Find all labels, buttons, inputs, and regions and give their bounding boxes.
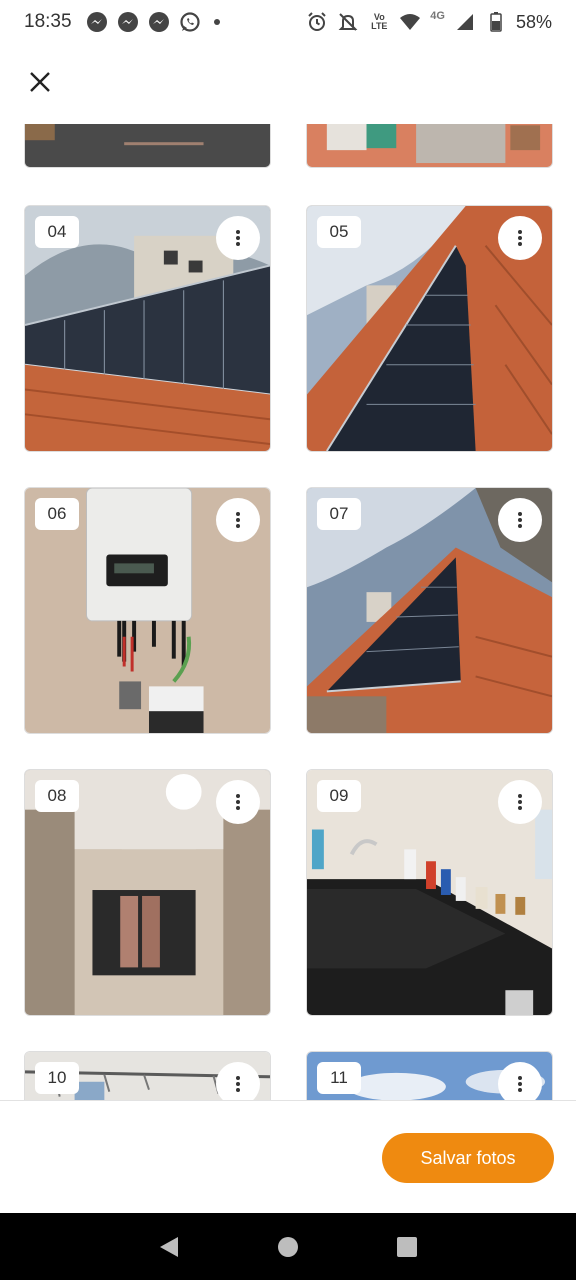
close-button[interactable] xyxy=(24,66,56,98)
close-icon xyxy=(30,72,50,92)
photo-number-badge: 07 xyxy=(317,498,361,530)
photo-number-badge: 05 xyxy=(317,216,361,248)
more-vert-icon xyxy=(236,1076,240,1092)
system-icons: Vo LTE 4G 58% xyxy=(306,10,552,33)
messenger-icon xyxy=(86,11,108,33)
photo-options-button[interactable] xyxy=(216,780,260,824)
network-type: 4G xyxy=(430,10,445,22)
photo-card[interactable] xyxy=(24,124,271,168)
messenger-icon xyxy=(117,11,139,33)
recents-square-icon xyxy=(396,1236,417,1257)
photo-card[interactable] xyxy=(306,124,553,168)
back-button[interactable] xyxy=(154,1232,184,1262)
battery-icon xyxy=(485,11,507,33)
more-vert-icon xyxy=(236,230,240,246)
photo-card[interactable]: 09 xyxy=(306,769,553,1016)
mute-icon xyxy=(337,11,359,33)
photo-options-button[interactable] xyxy=(216,1062,260,1100)
photo-number-badge: 06 xyxy=(35,498,79,530)
photo-card[interactable]: 05 xyxy=(306,205,553,452)
back-triangle-icon xyxy=(160,1236,179,1257)
photo-card[interactable]: 11 xyxy=(306,1051,553,1100)
notification-icons xyxy=(86,11,220,33)
photo-number-badge: 09 xyxy=(317,780,361,812)
footer: Salvar fotos xyxy=(0,1100,576,1213)
save-photos-button[interactable]: Salvar fotos xyxy=(382,1133,554,1183)
home-button[interactable] xyxy=(273,1232,303,1262)
photo-options-button[interactable] xyxy=(498,498,542,542)
photo-options-button[interactable] xyxy=(498,216,542,260)
recents-button[interactable] xyxy=(392,1232,422,1262)
photo-options-button[interactable] xyxy=(498,780,542,824)
more-vert-icon xyxy=(518,512,522,528)
more-vert-icon xyxy=(236,794,240,810)
photo-card[interactable]: 06 xyxy=(24,487,271,734)
volte-icon: Vo LTE xyxy=(371,12,388,31)
alarm-icon xyxy=(306,11,328,33)
photo-gallery[interactable]: 04 05 06 07 08 09 10 11 xyxy=(0,124,576,1100)
wifi-icon xyxy=(399,11,421,33)
photo-number-badge: 04 xyxy=(35,216,79,248)
system-navigation-bar xyxy=(0,1213,576,1280)
more-vert-icon xyxy=(518,794,522,810)
battery-percent: 58% xyxy=(515,11,552,32)
photo-options-button[interactable] xyxy=(216,498,260,542)
photo-street xyxy=(25,124,270,167)
status-bar: 18:35 Vo LTE 4G 58% xyxy=(0,0,576,44)
more-vert-icon xyxy=(236,512,240,528)
photo-card[interactable]: 04 xyxy=(24,205,271,452)
messenger-icon xyxy=(148,11,170,33)
more-vert-icon xyxy=(518,1076,522,1092)
signal-icon xyxy=(454,11,476,33)
photo-number-badge: 08 xyxy=(35,780,79,812)
photo-card[interactable]: 08 xyxy=(24,769,271,1016)
photo-options-button[interactable] xyxy=(216,216,260,260)
photo-rooftop-partial xyxy=(307,124,552,167)
status-time: 18:35 xyxy=(24,11,72,32)
photo-number-badge: 10 xyxy=(35,1062,79,1094)
photo-card[interactable]: 10 xyxy=(24,1051,271,1100)
photo-number-badge: 11 xyxy=(317,1062,361,1094)
home-circle-icon xyxy=(277,1236,298,1257)
photo-card[interactable]: 07 xyxy=(306,487,553,734)
whatsapp-icon xyxy=(179,11,201,33)
more-notifications-dot xyxy=(213,19,220,25)
photo-options-button[interactable] xyxy=(498,1062,542,1100)
more-vert-icon xyxy=(518,230,522,246)
